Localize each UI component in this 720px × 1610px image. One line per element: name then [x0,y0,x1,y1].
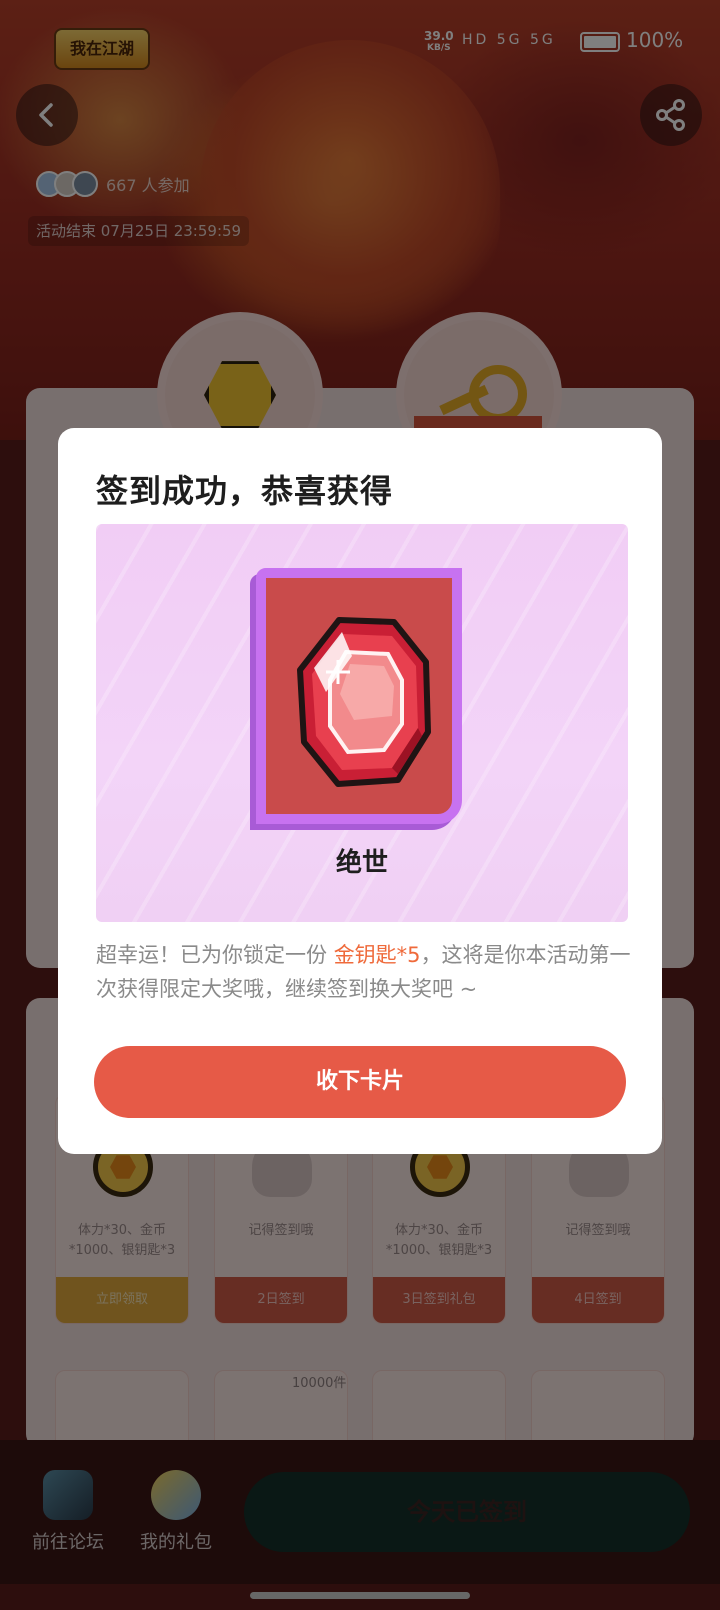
card-showcase: 绝世 [96,524,628,922]
ruby-gem-icon [297,617,431,787]
collect-card-button[interactable]: 收下卡片 [94,1046,626,1118]
reward-card [256,568,462,824]
card-name: 绝世 [335,848,388,878]
desc-highlight: 金钥匙*5 [333,943,421,967]
desc-prefix: 超幸运！已为你锁定一份 [96,943,334,967]
dialog-description: 超幸运！已为你锁定一份 金钥匙*5，这将是你本活动第一次获得限定大奖哦，继续签到… [96,938,636,1006]
checkin-success-dialog: 签到成功，恭喜获得 绝世 超幸运！已为你锁定一份 金钥匙*5，这将是你本活动第一… [58,428,662,1154]
dialog-title: 签到成功，恭喜获得 [96,472,394,510]
